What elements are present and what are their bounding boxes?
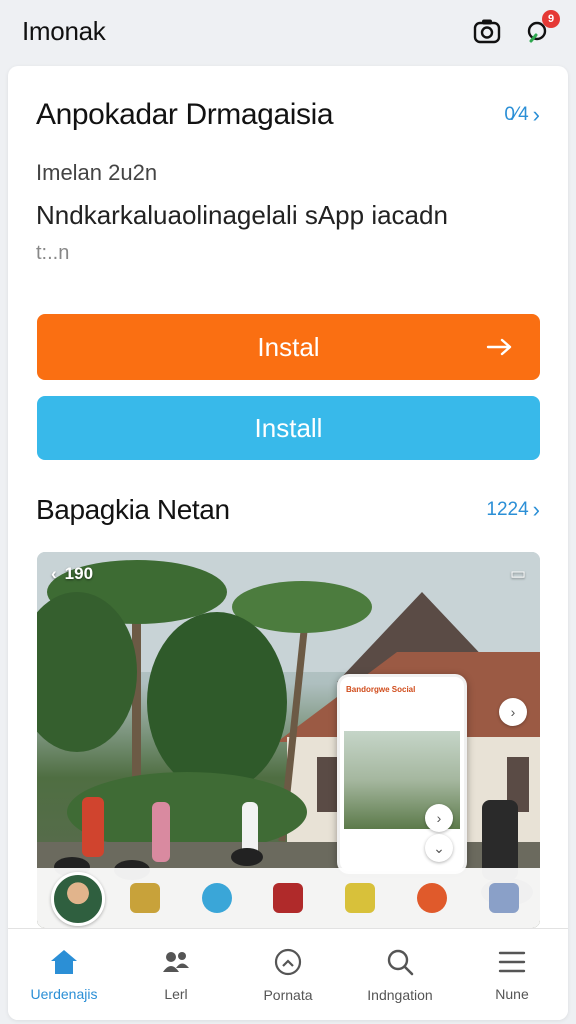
notifications-icon[interactable]: 9: [524, 10, 560, 46]
phone-next-icon[interactable]: ›: [425, 804, 453, 832]
feature-photo[interactable]: ‹ 190 ▭ Bandorgwe Social › › ⌄: [37, 552, 540, 928]
nav-label: Indngation: [367, 986, 433, 1003]
install-primary-button[interactable]: Instal: [37, 314, 540, 380]
photo-status-bar: ‹ 190 ▭: [51, 564, 526, 584]
nav-item-search[interactable]: Indngation: [345, 947, 455, 1003]
install-primary-label: Instal: [257, 331, 320, 362]
chevron-right-icon: ›: [532, 497, 540, 522]
top-icons: 9: [472, 10, 560, 46]
nav-item-more[interactable]: Nune: [457, 948, 567, 1002]
featured-link-text: 0⁄4: [504, 104, 529, 125]
nav-label: Uerdenajis: [30, 985, 98, 1002]
clock-icon: [274, 948, 302, 975]
featured-meta: t:..n: [36, 242, 70, 264]
search-icon: [387, 949, 414, 975]
bottom-navigation: Uerdenajis Lerl Pornata Indngation Nune: [8, 928, 568, 1020]
home-icon: [51, 949, 77, 974]
people-icon: [163, 951, 189, 972]
nav-item-home[interactable]: Uerdenajis: [9, 948, 119, 1002]
nav-item-activity[interactable]: Pornata: [233, 947, 343, 1003]
avatar[interactable]: [51, 872, 105, 926]
photo-status-text: 190: [64, 564, 94, 583]
strip-app-icon[interactable]: [417, 883, 448, 913]
chevron-right-icon: ›: [532, 102, 540, 127]
menu-icon: [498, 951, 526, 972]
featured-description: Nndkarkaluaolinagelali sApp iacadn: [36, 200, 448, 230]
featured-header: Anpokadar Drmagaisia 0⁄4 ›: [36, 98, 540, 132]
nav-label: Pornata: [263, 986, 313, 1003]
strip-app-icon[interactable]: [201, 883, 232, 913]
camera-icon[interactable]: [472, 16, 502, 46]
nav-label: Nune: [495, 985, 529, 1002]
nav-label: Lerl: [164, 985, 188, 1002]
section2-link[interactable]: 1224 ›: [486, 499, 540, 521]
install-secondary-label: Install: [254, 412, 323, 443]
featured-link[interactable]: 0⁄4 ›: [504, 104, 540, 126]
strip-app-icon[interactable]: [273, 883, 304, 913]
strip-app-icon[interactable]: [129, 883, 160, 913]
section2-title: Bapagkia Netan: [36, 494, 230, 525]
app-title: Imonak: [22, 15, 106, 46]
notification-badge: 9: [542, 10, 560, 28]
install-secondary-button[interactable]: Install: [37, 396, 540, 460]
phone-title: Bandorgwe Social: [346, 685, 416, 694]
featured-title: Anpokadar Drmagaisia: [36, 98, 334, 131]
next-arrow-icon[interactable]: ›: [499, 698, 527, 726]
section2-header: Bapagkia Netan 1224 ›: [36, 494, 540, 526]
featured-subtitle: Imelan 2u2n: [36, 160, 158, 185]
top-bar: Imonak 9: [0, 0, 576, 62]
phone-expand-icon[interactable]: ⌄: [425, 834, 453, 862]
section2-link-text: 1224: [486, 499, 529, 520]
content-card: Anpokadar Drmagaisia 0⁄4 › Imelan 2u2n N…: [8, 66, 568, 1020]
nav-item-people[interactable]: Lerl: [121, 948, 231, 1002]
photo-back[interactable]: ‹ 190: [51, 564, 93, 584]
arrow-right-icon: [486, 338, 512, 356]
app-strip: [37, 868, 540, 928]
strip-app-icon[interactable]: [488, 883, 519, 913]
battery-icon: ▭: [509, 564, 526, 583]
strip-app-icon[interactable]: [345, 883, 376, 913]
chevron-left-icon: ‹: [51, 564, 57, 583]
